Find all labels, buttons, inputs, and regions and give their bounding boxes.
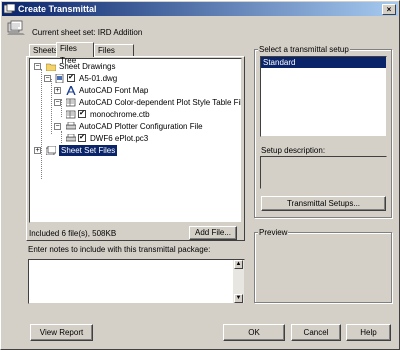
include-checkbox[interactable]: ✔ bbox=[78, 110, 86, 118]
tree-node-label: DWF6 ePlot.pc3 bbox=[90, 134, 149, 143]
setup-description-field bbox=[260, 156, 387, 189]
expand-icon[interactable]: + bbox=[34, 147, 41, 154]
scroll-up-icon[interactable]: ▲ bbox=[234, 260, 243, 269]
create-transmittal-dialog: Create Transmittal × Current sheet set: … bbox=[0, 0, 400, 350]
files-tree[interactable]: − Sheet Drawings − ✔ A5-01.dwg + AutoCAD… bbox=[29, 58, 242, 223]
plot-style-icon bbox=[66, 98, 76, 107]
current-sheet-set-label: Current sheet set: IRD Addition bbox=[32, 28, 143, 37]
tab-sheets-label: Sheets bbox=[33, 46, 58, 55]
scroll-down-icon[interactable]: ▼ bbox=[234, 294, 243, 303]
folder-icon bbox=[46, 63, 56, 71]
font-map-icon bbox=[66, 86, 76, 95]
ok-button[interactable]: OK bbox=[223, 324, 285, 341]
transmittal-setup-list[interactable]: Standard bbox=[260, 56, 387, 137]
notes-scrollbar[interactable]: ▲ ▼ bbox=[233, 260, 244, 303]
include-checkbox[interactable]: ✔ bbox=[78, 134, 86, 142]
close-button[interactable]: × bbox=[382, 4, 396, 15]
tree-node-label: monochrome.ctb bbox=[90, 110, 150, 119]
collapse-icon[interactable]: − bbox=[44, 75, 51, 82]
tree-node-label: AutoCAD Color-dependent Plot Style Table… bbox=[79, 98, 242, 107]
tree-node-label-selected: Sheet Set Files bbox=[57, 144, 119, 157]
preview-group-label: Preview bbox=[258, 228, 289, 237]
included-files-summary: Included 6 file(s), 508KB bbox=[29, 229, 117, 238]
expand-icon[interactable]: + bbox=[54, 87, 61, 94]
collapse-icon[interactable]: − bbox=[34, 63, 41, 70]
cancel-button[interactable]: Cancel bbox=[291, 324, 341, 341]
notes-textarea[interactable]: ▲ ▼ bbox=[28, 259, 245, 304]
collapse-icon[interactable]: − bbox=[54, 99, 61, 106]
setup-list-item-selected[interactable]: Standard bbox=[261, 57, 386, 68]
drawing-file-icon bbox=[55, 74, 64, 83]
plot-style-file-icon bbox=[66, 110, 76, 119]
setup-description-label: Setup description: bbox=[261, 146, 326, 155]
tab-files-tree[interactable]: Files Tree bbox=[56, 42, 94, 65]
help-button[interactable]: Help bbox=[346, 324, 391, 341]
tree-node-label: AutoCAD Font Map bbox=[79, 86, 149, 95]
add-file-button[interactable]: Add File... bbox=[189, 226, 237, 240]
preview-group bbox=[254, 232, 392, 303]
tab-files-tree-label: Files Tree bbox=[60, 44, 77, 65]
plotter-file-icon bbox=[66, 134, 76, 142]
title-bar[interactable]: Create Transmittal × bbox=[2, 2, 398, 16]
plotter-icon bbox=[66, 122, 76, 130]
transmittal-setups-button[interactable]: Transmittal Setups... bbox=[261, 196, 386, 211]
transmittal-setup-group-label: Select a transmittal setup bbox=[258, 45, 350, 54]
tree-node-label: AutoCAD Plotter Configuration File bbox=[79, 122, 203, 131]
sheet-set-icon bbox=[7, 20, 25, 35]
sheet-set-folder-icon bbox=[46, 146, 56, 155]
notes-label: Enter notes to include with this transmi… bbox=[28, 245, 211, 254]
window-title: Create Transmittal bbox=[18, 4, 97, 14]
app-icon bbox=[4, 4, 15, 14]
collapse-icon[interactable]: − bbox=[54, 123, 61, 130]
include-checkbox[interactable]: ✔ bbox=[67, 74, 75, 82]
view-report-button[interactable]: View Report bbox=[30, 324, 93, 341]
tree-node-label: A5-01.dwg bbox=[79, 74, 118, 83]
